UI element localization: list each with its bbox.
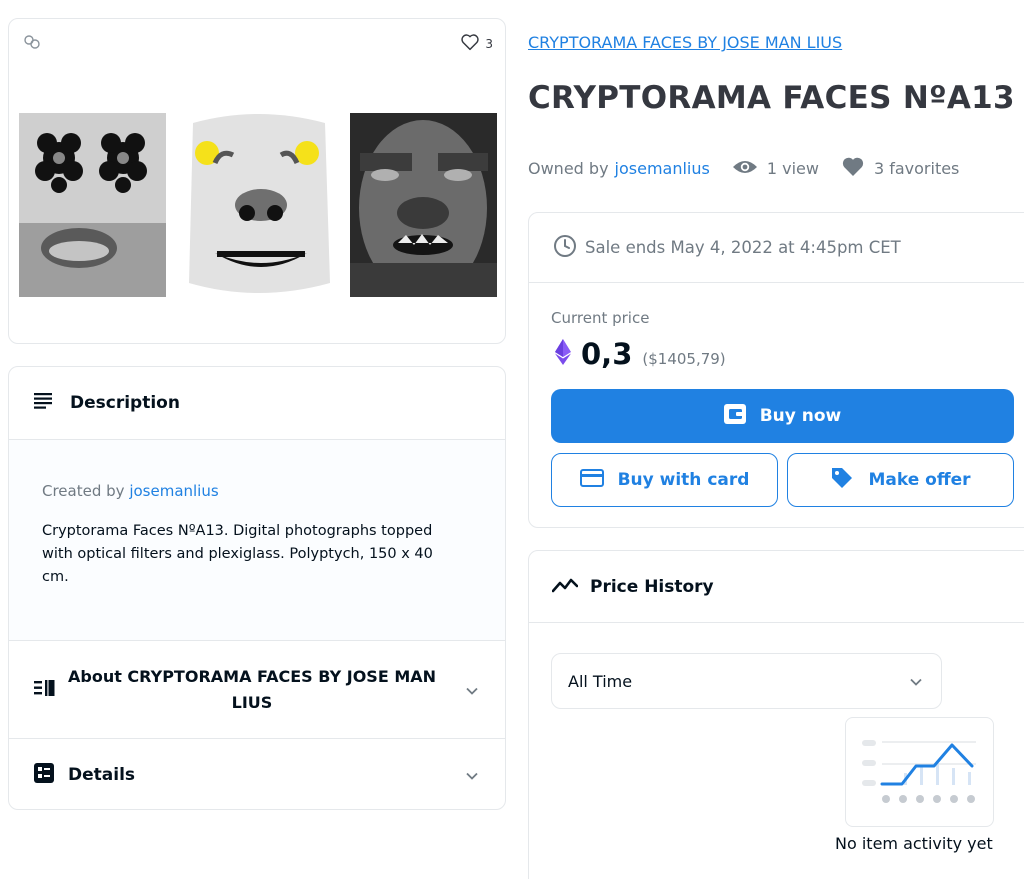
owner-link[interactable]: josemanlius [615,159,710,178]
eye-icon [732,159,758,179]
created-by-label: Created by [42,482,125,500]
favorite-count: 3 [485,36,493,51]
item-media-card: 3 [8,18,506,344]
heart-icon [841,156,865,181]
favorites-count: 3 favorites [873,159,960,178]
details-heading: Details [68,765,136,785]
buy-now-label: Buy now [759,406,842,426]
artwork-panel-1 [19,113,166,297]
collection-info-icon [34,679,56,701]
chevron-down-icon[interactable] [465,768,479,782]
about-collection-header[interactable]: About CRYPTORAMA FACES BY JOSE MAN LIUS [9,641,505,739]
tag-icon [830,466,854,495]
collection-link[interactable]: CRYPTORAMA FACES BY JOSE MAN LIUS [528,33,842,52]
favorite-toggle[interactable]: 3 [460,33,493,54]
created-by: Created by josemanlius [42,482,472,500]
wallet-icon [723,403,746,429]
time-range-select[interactable]: All Time [551,653,942,709]
price-value: 0,3 [581,337,633,371]
buy-now-button[interactable]: Buy now [551,389,1014,443]
no-activity-text: No item activity yet [835,834,993,853]
artwork-panel-3 [350,113,497,297]
buy-with-card-label: Buy with card [617,470,750,490]
description-body: Created by josemanlius Cryptorama Faces … [9,440,505,641]
make-offer-label: Make offer [868,470,971,490]
description-heading: Description [70,393,180,413]
views-count: 1 view [766,159,819,178]
artwork-panel-2 [185,113,332,297]
trend-line-icon [551,576,579,598]
sale-card: Sale ends May 4, 2022 at 4:45pm CET Curr… [528,212,1024,528]
details-header[interactable]: Details [9,739,505,811]
description-card: Description Created by josemanlius Crypt… [8,366,506,810]
credit-card-icon [579,468,604,492]
item-title: CRYPTORAMA FACES NºA13 [528,80,1015,116]
buy-with-card-button[interactable]: Buy with card [551,453,778,507]
sale-ends-row: Sale ends May 4, 2022 at 4:45pm CET [529,213,1024,283]
time-range-value: All Time [568,671,633,691]
heart-outline-icon [460,33,480,54]
price-history-heading: Price History [590,576,714,597]
description-header[interactable]: Description [9,367,505,440]
ethereum-icon [555,339,571,369]
description-text: Cryptorama Faces NºA13. Digital photogra… [42,523,433,585]
make-offer-button[interactable]: Make offer [787,453,1014,507]
favorites-stat: 3 favorites [841,156,959,181]
owned-by-label: Owned by [528,159,609,178]
about-heading: About CRYPTORAMA FACES BY JOSE MAN LIUS [67,666,437,712]
link-icon[interactable] [23,33,41,51]
lines-icon [34,392,54,414]
price-history-card: Price History All Time No item activity … [528,550,1024,879]
empty-chart-illustration [845,717,994,827]
price-usd: ($1405,79) [642,350,726,368]
details-icon [34,763,54,787]
owner-row: Owned by josemanlius 1 view 3 favorites [528,156,959,181]
price-history-header[interactable]: Price History [529,551,1024,623]
sale-ends-text: Sale ends May 4, 2022 at 4:45pm CET [585,238,901,257]
clock-icon [553,234,577,262]
creator-link[interactable]: josemanlius [129,482,218,500]
views-stat: 1 view [732,159,819,179]
chevron-down-icon [909,674,923,688]
chevron-down-icon[interactable] [465,683,479,697]
price-label: Current price [551,309,650,327]
price-row: 0,3 ($1405,79) [555,337,726,371]
